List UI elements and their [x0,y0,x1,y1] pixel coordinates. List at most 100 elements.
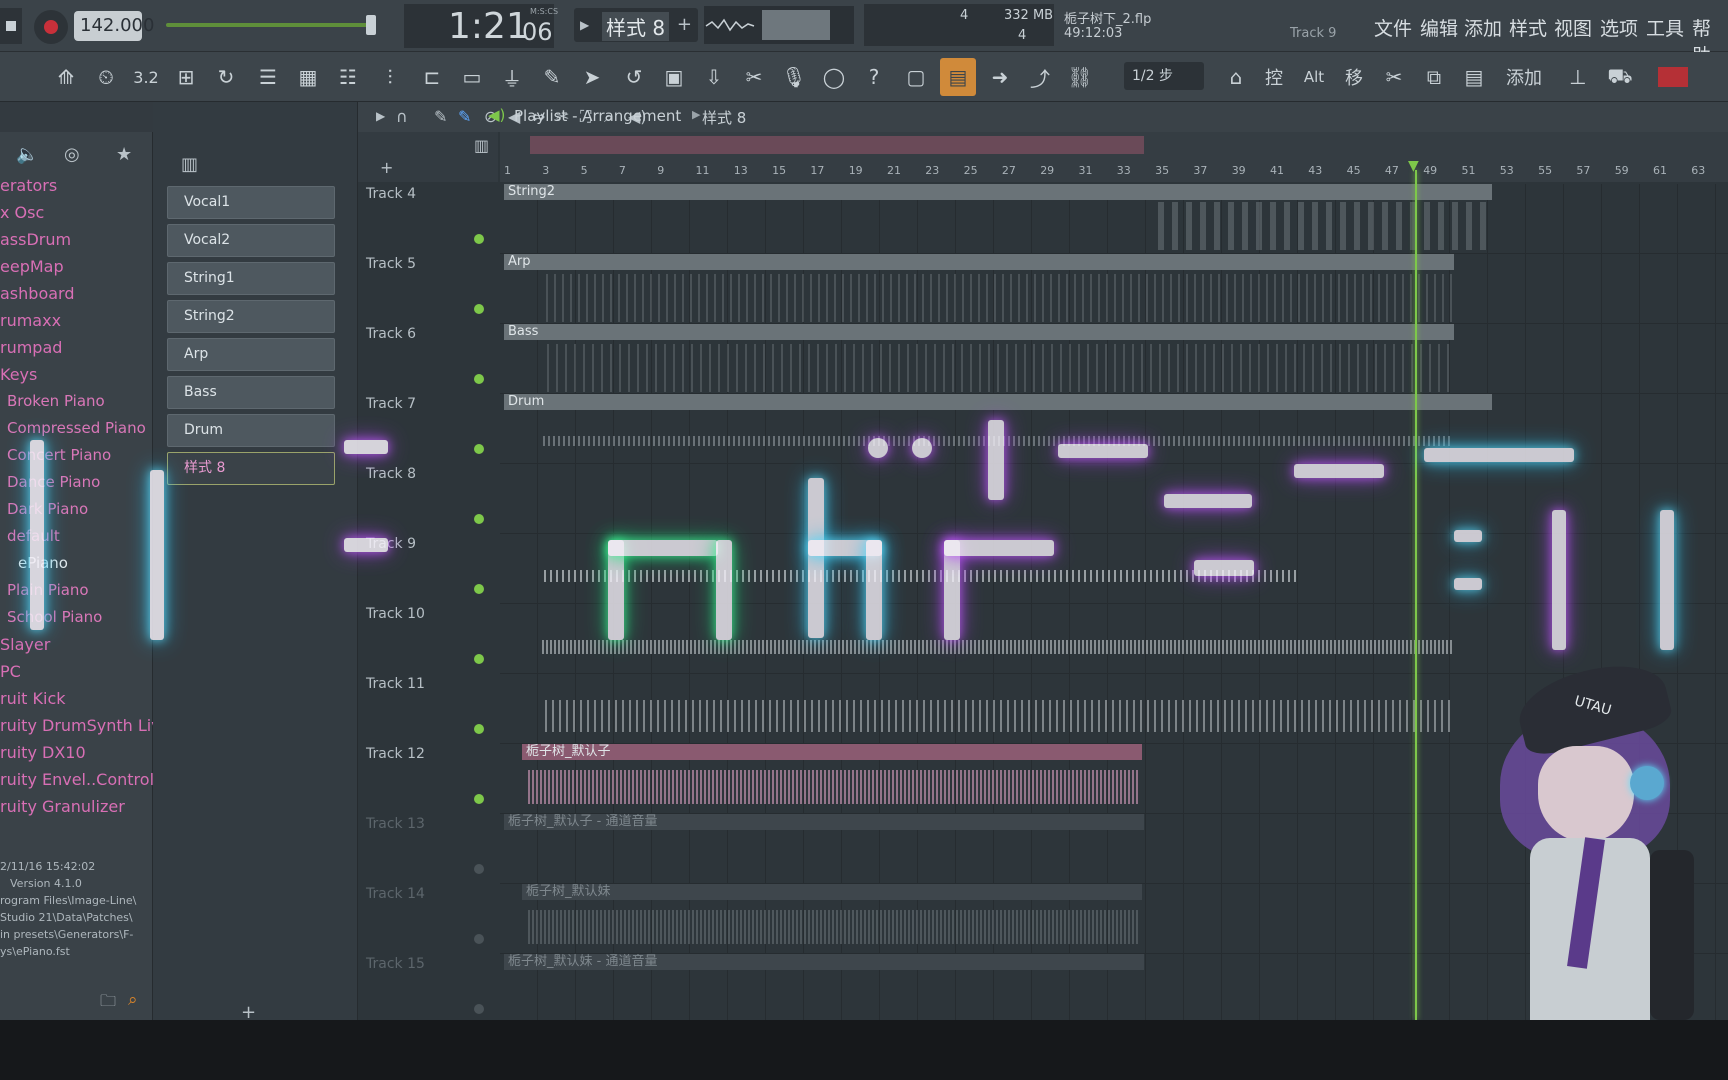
mixer-button[interactable]: ⫶ [372,58,408,96]
browser-button[interactable]: ⊏ [414,58,450,96]
track-mute-led[interactable] [474,724,484,734]
browser-item[interactable]: erators [0,176,57,195]
view-mode-icon[interactable]: ▥ [474,136,489,155]
browser-item[interactable]: ruity Envel..Controller [0,770,175,789]
track-name[interactable]: Track 14 [366,886,425,902]
clip-auto-1[interactable]: 栀子树_默认子 - 通道音量 [504,814,1144,830]
wait-record-button[interactable]: ⏲ [88,58,124,96]
paint-icon[interactable]: ✎ [458,107,471,126]
channel-rack-button[interactable]: ☷ [330,58,366,96]
track-mute-led[interactable] [474,794,484,804]
move-button[interactable]: 移 [1336,58,1372,96]
clip-bass[interactable]: Bass [504,324,1454,340]
countdown-button[interactable]: 3.2 [128,58,164,96]
channel-item[interactable]: Vocal1 [167,186,335,219]
browser-item[interactable]: Dance Piano [7,473,100,491]
track-mute-led[interactable] [474,654,484,664]
browser-item[interactable]: Plain Piano [7,581,89,599]
browser-item[interactable]: Compressed Piano [7,419,146,437]
clip-string2[interactable]: String2 [504,184,1492,200]
song-overview[interactable] [530,136,1144,154]
time-display[interactable]: 1:21 06 M:S:CS [404,4,558,48]
file-icon[interactable]: ▭ [454,58,490,96]
browser-item[interactable]: rumpad [0,338,62,357]
track-name[interactable]: Track 15 [366,956,425,972]
copy-icon[interactable]: ⧉ [1416,58,1452,96]
menu-patterns[interactable]: 样式 [1509,14,1547,41]
menu-options[interactable]: 选项 [1600,14,1638,41]
browser-item[interactable]: eepMap [0,257,64,276]
plugin-icon[interactable]: ⏚ [494,58,530,96]
track-row[interactable] [500,604,1728,674]
globe-icon[interactable]: ◎ [64,144,80,165]
render-icon[interactable]: ⇩ [696,58,732,96]
stamp-icon[interactable]: ⌂ [1218,58,1254,96]
master-volume-slider[interactable] [166,15,376,35]
browser-item[interactable]: assDrum [0,230,71,249]
clip-drum[interactable]: Drum [504,394,1492,410]
menu-tools[interactable]: 工具 [1646,14,1684,41]
save-icon[interactable]: ▣ [656,58,692,96]
track-name[interactable]: Track 13 [366,816,425,832]
browser-item[interactable]: School Piano [7,608,102,626]
browser-item[interactable]: x Osc [0,203,44,222]
clip-audio-1[interactable]: 栀子树_默认子 [522,744,1142,760]
slider-handle[interactable] [366,15,376,35]
pin-icon[interactable]: ⊥ [1560,58,1596,96]
channel-item[interactable]: Drum [167,414,335,447]
track-mute-led[interactable] [474,374,484,384]
undo-icon[interactable]: ↺ [616,58,652,96]
track-mute-led[interactable] [474,234,484,244]
add-button[interactable]: 添加 [1500,58,1548,96]
metronome-button[interactable]: ⟰ [48,58,84,96]
flag-icon[interactable] [1650,58,1696,96]
browser-item[interactable]: Concert Piano [7,446,111,464]
star-icon[interactable]: ★ [116,144,132,165]
chat-icon[interactable]: ◯ [816,58,852,96]
control-button[interactable]: 控 [1256,58,1292,96]
browser-item[interactable]: ruity DrumSynth Live [0,716,171,735]
browser-item[interactable]: Dark Piano [7,500,88,518]
channel-item[interactable]: Vocal2 [167,224,335,257]
channel-item[interactable]: Bass [167,376,335,409]
track-mute-led[interactable] [474,304,484,314]
track-mute-led[interactable] [474,514,484,524]
browser-item[interactable]: rumaxx [0,311,61,330]
cut-tool-icon[interactable]: ✂ [736,58,772,96]
track-name[interactable]: Track 10 [366,606,425,622]
channel-item[interactable]: 样式 8 [167,452,335,485]
track-name[interactable]: Track 4 [366,186,416,202]
snap-selector[interactable]: 1/2 步 [1124,62,1204,90]
track-name[interactable]: Track 12 [366,746,425,762]
browser-item[interactable]: Slayer [0,635,50,654]
playlist-view-button[interactable]: ☰ [250,58,286,96]
channel-item[interactable]: String1 [167,262,335,295]
folder-icon[interactable]: 🗀 [100,990,116,1017]
shop-icon[interactable]: ⛟ [1602,58,1638,96]
browser-item[interactable]: ruit Kick [0,689,66,708]
add-track-icon[interactable]: + [380,158,393,177]
slide-icon[interactable]: ⤴ [1022,58,1058,96]
track-name[interactable]: Track 7 [366,396,416,412]
tempo-display[interactable]: 142.000 [74,11,154,41]
record-button[interactable] [34,10,68,44]
magnet-icon[interactable]: ∩ [396,107,408,126]
track-name[interactable]: Track 6 [366,326,416,342]
loop-record-button[interactable]: ↻ [208,58,244,96]
clip-auto-2[interactable]: 栀子树_默认妹 - 通道音量 [504,954,1144,970]
piano-icon[interactable]: ▥ [181,154,198,175]
microphone-icon[interactable]: 🎙 [776,58,812,96]
track-mute-led[interactable] [474,864,484,874]
search-icon[interactable]: ⌕ [128,990,138,1010]
piano-roll-active-icon[interactable]: ▤ [940,58,976,96]
help-icon[interactable]: ? [856,58,892,96]
track-row[interactable] [500,464,1728,534]
export-icon[interactable]: ➤ [574,58,610,96]
pattern-selector[interactable]: ▶ 样式 8 + [574,8,698,42]
alt-button[interactable]: Alt [1296,58,1332,96]
track-name[interactable]: Track 8 [366,466,416,482]
track-mute-led[interactable] [474,1004,484,1014]
browser-item[interactable]: Keys [0,365,37,384]
browser-item[interactable]: ruity Granulizer [0,797,125,816]
track-mute-led[interactable] [474,934,484,944]
